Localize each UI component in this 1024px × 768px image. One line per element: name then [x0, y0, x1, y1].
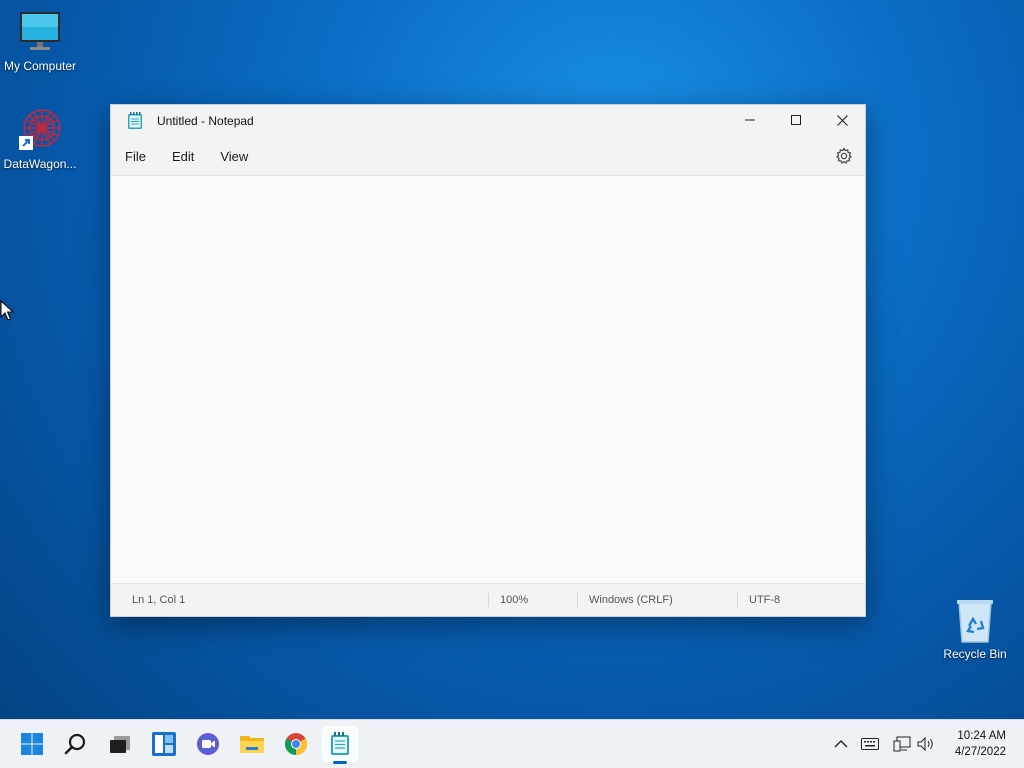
- chrome-button[interactable]: [278, 726, 314, 762]
- status-bar: Ln 1, Col 1 100% Windows (CRLF) UTF-8: [111, 583, 865, 616]
- desktop-icon-my-computer[interactable]: My Computer: [0, 8, 80, 73]
- menu-edit[interactable]: Edit: [160, 143, 206, 170]
- chevron-up-icon: [834, 740, 848, 748]
- minimize-button[interactable]: [727, 105, 773, 135]
- active-app-indicator: [333, 761, 347, 764]
- desktop-icon-datawagon[interactable]: DataWagon...: [0, 106, 80, 171]
- maximize-icon: [791, 115, 801, 125]
- start-button[interactable]: [14, 726, 50, 762]
- windows-logo-icon: [21, 733, 43, 755]
- task-view-icon: [110, 736, 130, 753]
- network-tray-button[interactable]: [893, 720, 911, 768]
- settings-gear-icon[interactable]: [835, 147, 853, 165]
- minimize-icon: [745, 119, 755, 121]
- status-encoding: UTF-8: [749, 594, 781, 606]
- desktop-icon-recycle-bin[interactable]: Recycle Bin: [935, 596, 1015, 661]
- network-icon: [893, 736, 911, 752]
- taskbar: 10:24 AM 4/27/2022: [0, 719, 1024, 768]
- maximize-button[interactable]: [773, 105, 819, 135]
- folder-icon: [240, 736, 264, 753]
- search-icon: [64, 733, 86, 755]
- notepad-window: Untitled - Notepad File Edit View Ln 1, …: [110, 104, 866, 617]
- datawagon-icon: [16, 106, 64, 154]
- status-zoom: 100%: [500, 594, 529, 606]
- widgets-icon: [152, 732, 176, 756]
- status-line-ending: Windows (CRLF): [589, 594, 673, 606]
- search-button[interactable]: [58, 726, 94, 762]
- clock[interactable]: 10:24 AM 4/27/2022: [955, 728, 1006, 760]
- volume-tray-button[interactable]: [917, 720, 935, 768]
- monitor-icon: [16, 8, 64, 56]
- chrome-icon: [285, 733, 307, 755]
- menu-bar: File Edit View: [111, 137, 865, 176]
- mouse-cursor-icon: [0, 300, 14, 321]
- file-explorer-button[interactable]: [234, 726, 270, 762]
- close-icon: [836, 114, 848, 126]
- close-button[interactable]: [819, 105, 865, 135]
- desktop-icon-label: DataWagon...: [3, 157, 77, 171]
- menu-view[interactable]: View: [208, 143, 260, 170]
- desktop-icon-label: My Computer: [3, 59, 77, 73]
- menu-file[interactable]: File: [113, 143, 158, 170]
- title-bar[interactable]: Untitled - Notepad: [111, 105, 865, 137]
- speaker-icon: [917, 736, 933, 752]
- task-view-button[interactable]: [102, 726, 138, 762]
- text-editor-area[interactable]: [111, 176, 865, 584]
- clock-date: 4/27/2022: [954, 746, 1006, 758]
- recycle-bin-icon: [951, 596, 999, 644]
- show-hidden-icons-button[interactable]: [834, 720, 848, 768]
- notepad-taskbar-button[interactable]: [322, 726, 358, 764]
- notepad-icon: [331, 732, 349, 755]
- notepad-icon: [128, 112, 142, 129]
- clock-time: 10:24 AM: [957, 730, 1006, 742]
- chat-icon: [197, 733, 219, 755]
- status-cursor-position: Ln 1, Col 1: [132, 594, 186, 606]
- window-title: Untitled - Notepad: [157, 114, 254, 128]
- widgets-button[interactable]: [146, 726, 182, 762]
- chat-button[interactable]: [190, 726, 226, 762]
- keyboard-icon: [861, 738, 879, 750]
- keyboard-tray-button[interactable]: [861, 720, 879, 768]
- desktop-icon-label: Recycle Bin: [943, 647, 1007, 661]
